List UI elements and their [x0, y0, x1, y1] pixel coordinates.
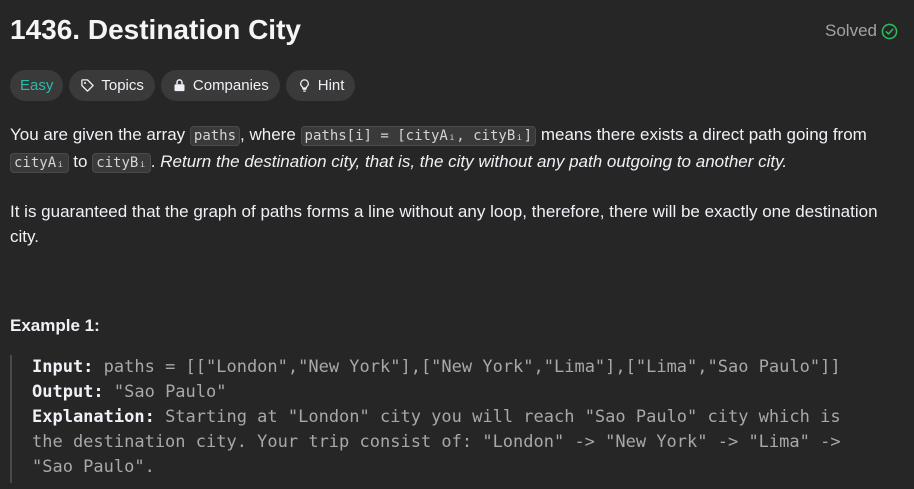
example-output-line: Output: "Sao Paulo"	[32, 380, 905, 405]
problem-title: 1436. Destination City	[10, 14, 301, 45]
description-paragraph-2: It is guaranteed that the graph of paths…	[10, 202, 878, 246]
tag-icon	[81, 79, 95, 92]
hint-label: Hint	[317, 77, 345, 94]
input-label: Input:	[32, 357, 94, 377]
difficulty-badge: Easy	[10, 70, 64, 101]
output-label: Output:	[32, 382, 104, 402]
topics-label: Topics	[101, 77, 144, 94]
example-input-line: Input: paths = [["London","New York"],["…	[32, 355, 905, 380]
example-block: Input: paths = [["London","New York"],["…	[10, 355, 905, 483]
example-explanation-line: Explanation: Starting at "London" city y…	[32, 405, 905, 430]
output-value: "Sao Paulo"	[103, 382, 227, 402]
description-paragraph-1: You are given the array paths, where pat…	[10, 125, 867, 173]
input-value: paths = [["London","New York"],["New Yor…	[93, 357, 841, 377]
solved-label: Solved	[825, 21, 877, 40]
code-city-a: cityAᵢ	[10, 153, 69, 173]
problem-header: 1436. Destination City Solved	[10, 14, 898, 50]
companies-button[interactable]: Companies	[160, 70, 280, 101]
problem-tags: Easy Topics Companies Hint	[10, 70, 356, 101]
companies-label: Companies	[192, 77, 269, 94]
code-city-b: cityBᵢ	[92, 153, 151, 173]
topics-button[interactable]: Topics	[69, 70, 155, 101]
problem-description: You are given the array paths, where pat…	[10, 122, 905, 249]
lock-icon	[174, 79, 185, 92]
explanation-text-1: Starting at "London" city you will reach…	[154, 407, 841, 427]
description-emphasis: Return the destination city, that is, th…	[160, 152, 788, 171]
explanation-text-3: "Sao Paulo".	[32, 457, 155, 477]
check-circle-icon	[881, 23, 898, 39]
lightbulb-icon	[299, 79, 309, 92]
code-paths-i: paths[i] = [cityAᵢ, cityBᵢ]	[300, 126, 537, 146]
hint-button[interactable]: Hint	[285, 70, 356, 101]
explanation-label: Explanation:	[32, 407, 155, 427]
solved-status: Solved	[825, 21, 898, 41]
example-title: Example 1:	[10, 316, 100, 335]
explanation-text-2: the destination city. Your trip consist …	[32, 432, 841, 452]
code-paths: paths	[189, 126, 241, 146]
